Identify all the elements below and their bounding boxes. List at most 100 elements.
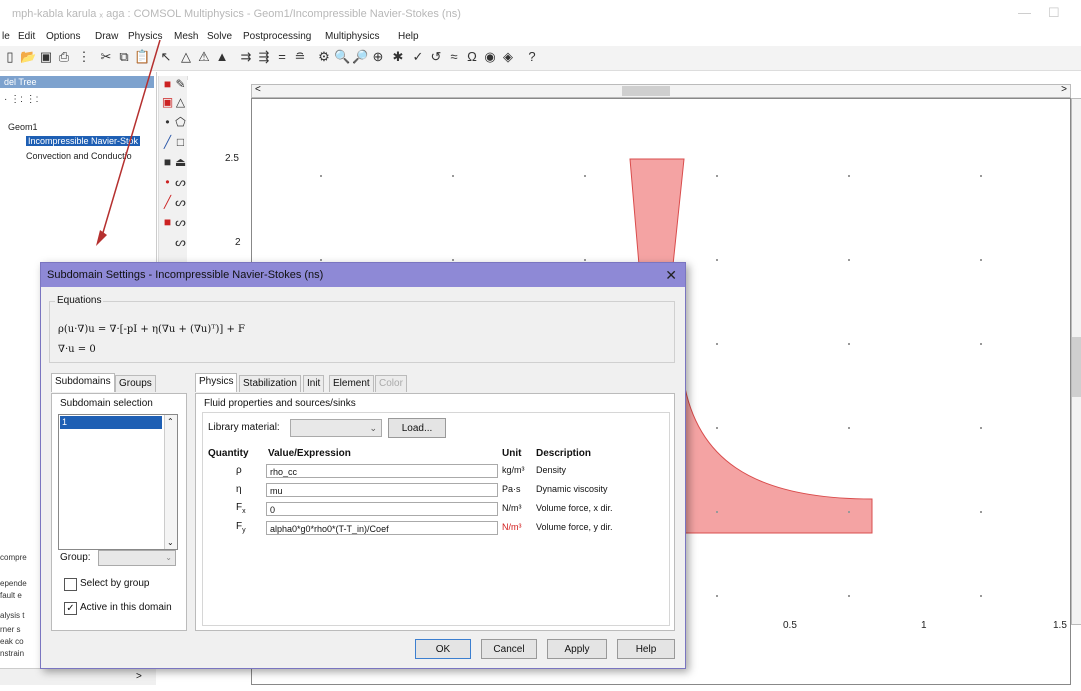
extrude-icon[interactable]: ⏏ — [174, 156, 187, 169]
help-icon[interactable]: ? — [524, 49, 540, 65]
tab-element[interactable]: Element — [329, 375, 374, 392]
print-icon[interactable]: ⎙ — [56, 49, 72, 65]
plot-icon[interactable]: ◉ — [482, 49, 498, 65]
rectangle-icon[interactable]: □ — [174, 136, 187, 149]
grid-dot — [980, 175, 982, 177]
value-eta-input[interactable]: mu — [266, 483, 498, 497]
curve3-icon[interactable]: ᔕ — [174, 216, 187, 229]
restart-icon[interactable]: ↺ — [428, 49, 444, 65]
save-icon[interactable]: ▣ — [38, 49, 54, 65]
boundary-settings-icon[interactable]: ⇶ — [256, 49, 272, 65]
new-icon[interactable]: ▯ — [2, 49, 18, 65]
zoom-extents-icon[interactable]: ⊕ — [370, 49, 386, 65]
help-button[interactable]: Help — [617, 639, 675, 659]
value-fx-input[interactable]: 0 — [266, 502, 498, 516]
menu-multiphysics[interactable]: Multiphysics — [325, 31, 379, 42]
library-material-select[interactable]: ⌄ — [290, 419, 382, 437]
omega-icon[interactable]: Ω — [464, 49, 480, 65]
cancel-button[interactable]: Cancel — [481, 639, 537, 659]
animate-icon[interactable]: ◈ — [500, 49, 516, 65]
curve2-icon[interactable]: ᔕ — [174, 196, 187, 209]
triangle-icon[interactable]: △ — [174, 96, 187, 109]
curve4-icon[interactable]: ᔕ — [174, 236, 187, 249]
point-mode-icon[interactable]: ⚠ — [196, 49, 212, 65]
zoom-window-icon[interactable]: ⚙ — [316, 49, 332, 65]
prop-line: fault e — [0, 591, 22, 600]
pen-icon[interactable]: ✎ — [174, 78, 187, 91]
load-button[interactable]: Load... — [388, 418, 446, 438]
minimize-icon[interactable]: — — [1018, 5, 1031, 20]
grid-dot — [584, 259, 586, 261]
close-icon[interactable]: ✕ — [665, 267, 677, 284]
outlet-shape — [681, 368, 873, 534]
prop-line: alysis t — [0, 611, 25, 620]
tree-root-geom1[interactable]: Geom1 — [8, 122, 38, 132]
group-select[interactable]: ⌄ — [98, 550, 176, 566]
open-icon[interactable]: 📂 — [20, 49, 36, 65]
x-tick-label: 1.5 — [1053, 620, 1067, 631]
curve-icon[interactable]: ᔕ — [174, 176, 187, 189]
maximize-icon[interactable]: ☐ — [1048, 5, 1060, 21]
mesh-icon[interactable]: ✱ — [390, 49, 406, 65]
solver-manager-icon[interactable]: ≈ — [446, 49, 462, 65]
grid-dot — [980, 427, 982, 429]
scalar-icon[interactable]: ≘ — [292, 49, 308, 65]
select-by-group-checkbox[interactable] — [64, 578, 77, 591]
ok-button[interactable]: OK — [415, 639, 471, 659]
header-value: Value/Expression — [268, 448, 351, 459]
scrollbar-thumb[interactable] — [1072, 337, 1081, 397]
grid-dot — [848, 427, 850, 429]
boundary-mode-icon[interactable]: ▲ — [214, 49, 230, 65]
menu-postprocessing[interactable]: Postprocessing — [243, 31, 311, 42]
list-scrollbar[interactable]: ⌃ ⌄ — [164, 415, 177, 549]
header-description: Description — [536, 448, 592, 459]
zoom-out-icon[interactable]: 🔎 — [352, 49, 368, 65]
grid-dot — [716, 259, 718, 261]
scrollbar-thumb[interactable] — [622, 86, 670, 96]
header-quantity: Quantity — [208, 448, 249, 459]
annotation-arrow — [96, 40, 161, 246]
chevron-down-icon[interactable]: ⌄ — [167, 538, 174, 547]
subdomain-item[interactable]: 1 — [60, 416, 162, 429]
scroll-right-icon[interactable]: > — [1061, 84, 1067, 95]
tab-groups[interactable]: Groups — [115, 375, 156, 392]
draw-mode-icon[interactable]: △ — [178, 49, 194, 65]
grid-dot — [452, 175, 454, 177]
dialog-title-bar[interactable]: Subdomain Settings - Incompressible Navi… — [41, 263, 685, 287]
plot-horizontal-scrollbar[interactable]: < > — [251, 84, 1071, 98]
value-fy-input[interactable]: alpha0*g0*rho0*(T-T_in)/Coef — [266, 521, 498, 535]
menu-solve[interactable]: Solve — [207, 31, 232, 42]
plot-vertical-scrollbar[interactable] — [1071, 98, 1081, 625]
equations-box: ρ(u·∇)u = ∇·[-pI + η(∇u + (∇u)ᵀ)] + F ∇·… — [49, 301, 675, 363]
scroll-right-icon[interactable]: > — [136, 671, 142, 682]
subdomain-icon[interactable]: ⇉ — [238, 49, 254, 65]
active-domain-checkbox[interactable]: ✓ — [64, 602, 77, 615]
subdomain-list[interactable]: 1 ⌃ ⌄ — [58, 414, 178, 550]
physics-panel: Fluid properties and sources/sinks Libra… — [195, 393, 675, 631]
menu-file[interactable]: le — [2, 31, 10, 42]
polygon-icon[interactable]: ⬠ — [174, 116, 187, 129]
select-by-group-label: Select by group — [80, 578, 150, 589]
grid-dot — [848, 343, 850, 345]
grid-dot — [980, 595, 982, 597]
tab-subdomains[interactable]: Subdomains — [51, 373, 115, 392]
model-tree-tools[interactable]: · ⋮: ⋮: — [4, 94, 38, 105]
apply-button[interactable]: Apply — [547, 639, 607, 659]
menu-help[interactable]: Help — [398, 31, 419, 42]
menu-mesh[interactable]: Mesh — [174, 31, 198, 42]
equal-icon[interactable]: = — [274, 49, 290, 65]
grid-dot — [584, 175, 586, 177]
tab-init[interactable]: Init — [303, 375, 325, 392]
description-eta: Dynamic viscosity — [536, 484, 608, 494]
tab-stabilization[interactable]: Stabilization — [239, 375, 301, 392]
tab-physics[interactable]: Physics — [195, 373, 238, 392]
zoom-in-icon[interactable]: 🔍 — [334, 49, 350, 65]
value-rho-input[interactable]: rho_cc — [266, 464, 498, 478]
scroll-left-icon[interactable]: < — [255, 84, 261, 95]
menu-options[interactable]: Options — [46, 31, 80, 42]
chevron-up-icon[interactable]: ⌃ — [167, 417, 174, 426]
grid-dot — [320, 259, 322, 261]
menu-edit[interactable]: Edit — [18, 31, 35, 42]
left-horizontal-scrollbar[interactable]: > — [0, 668, 156, 685]
solve-icon[interactable]: ✓ — [410, 49, 426, 65]
